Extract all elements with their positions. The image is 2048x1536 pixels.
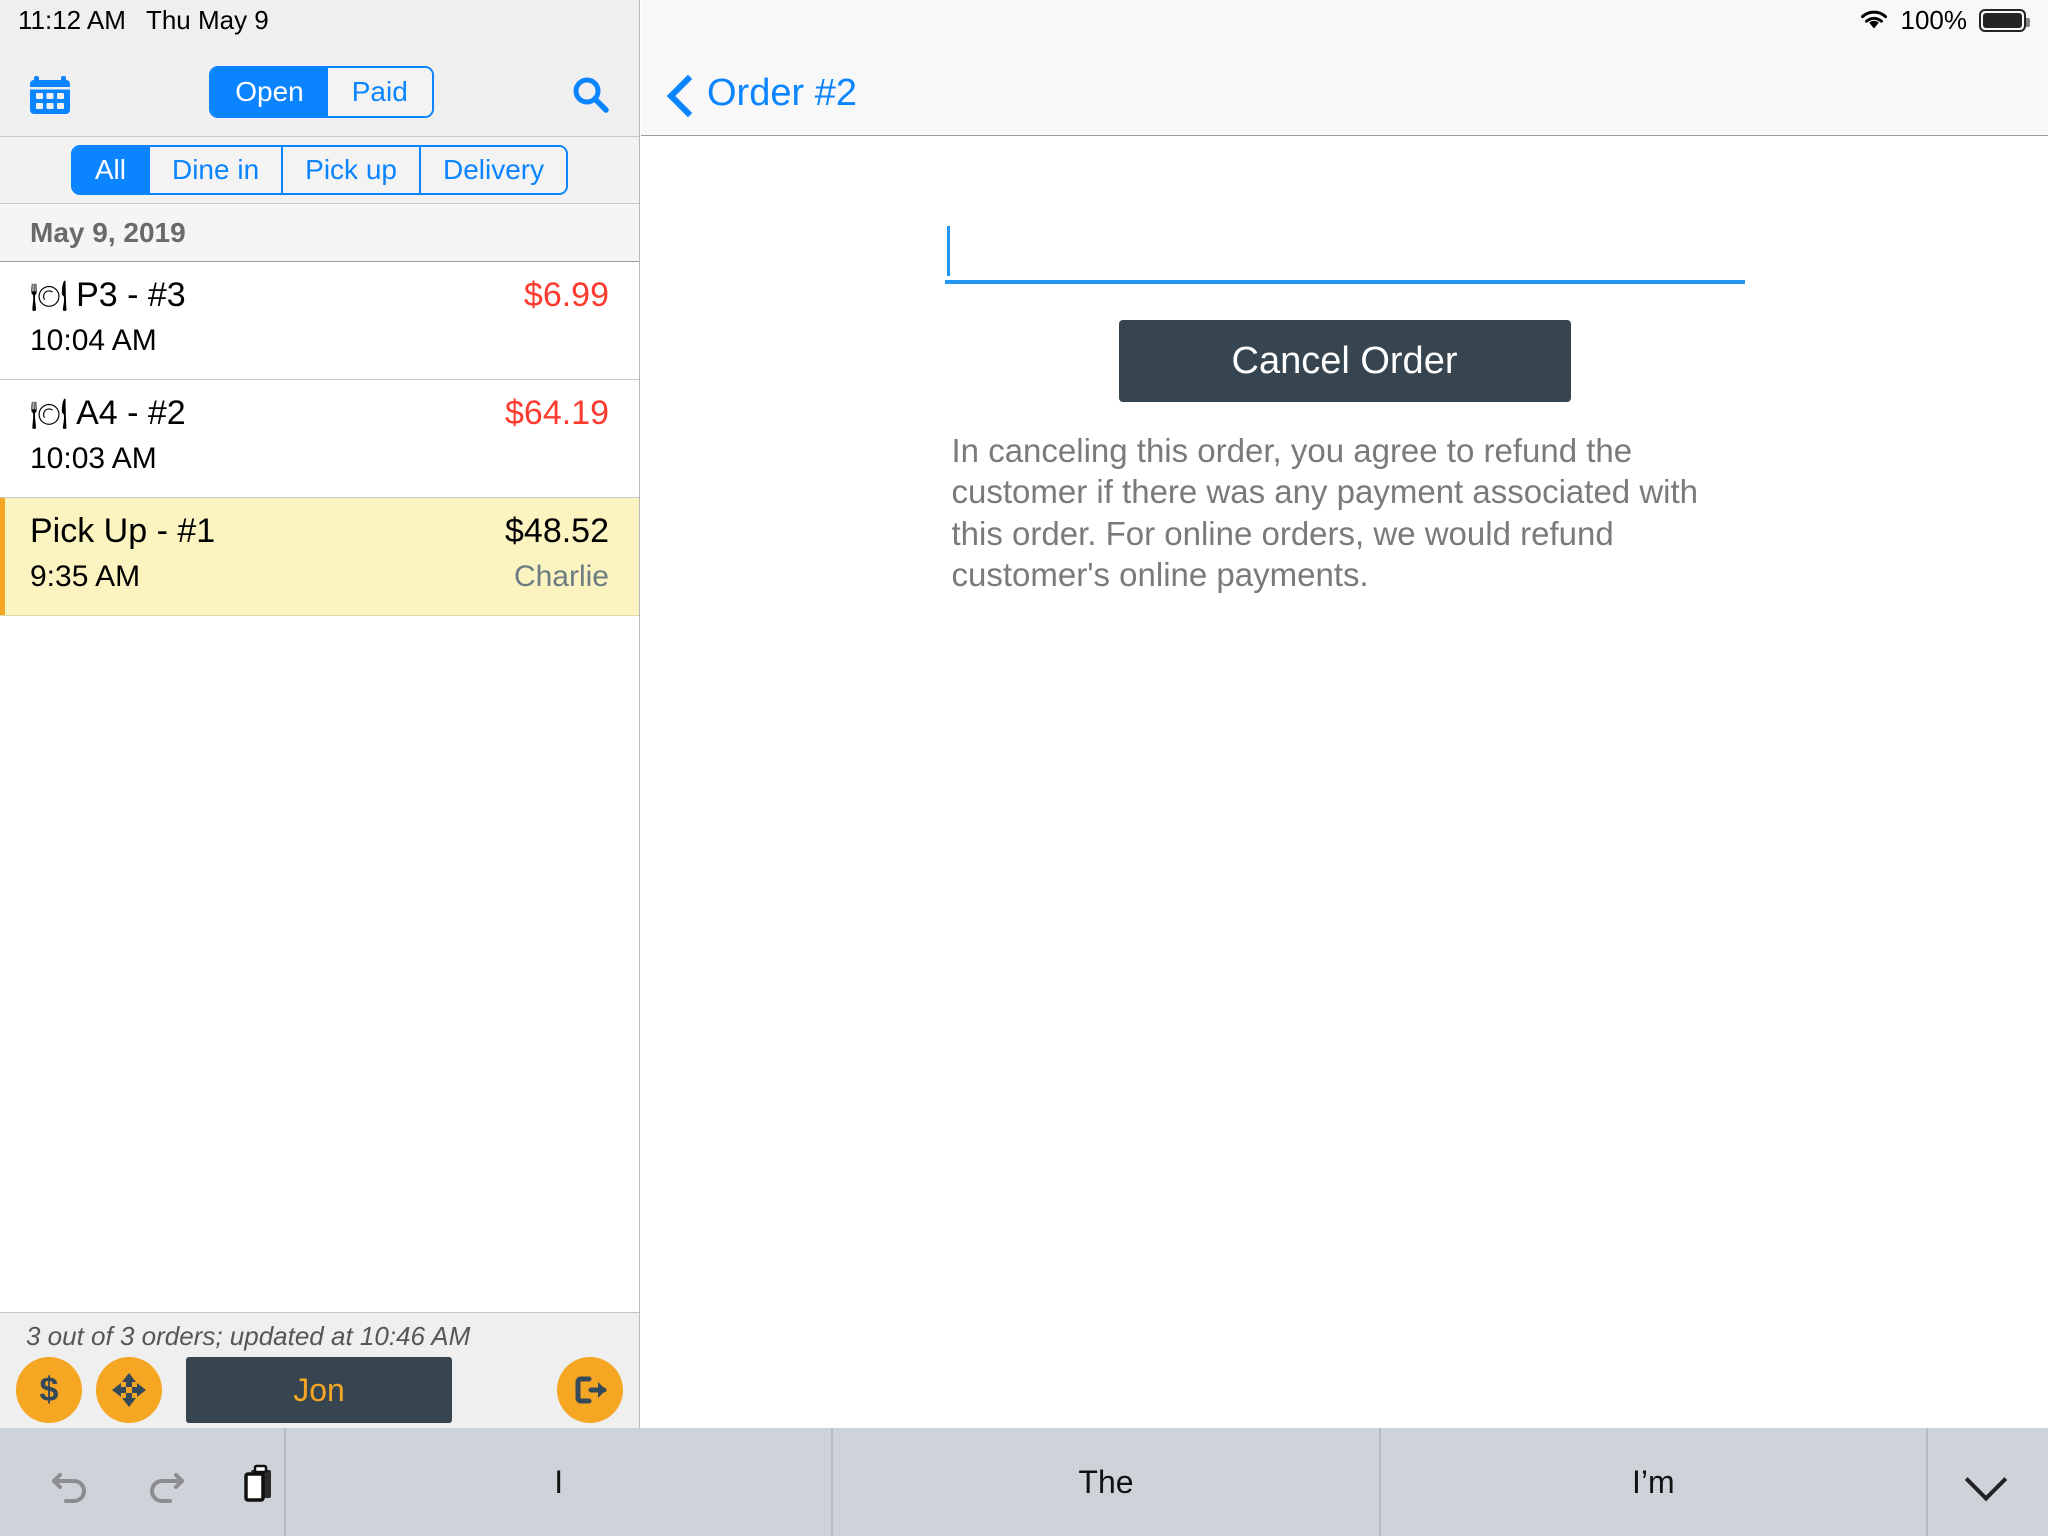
order-time: 10:04 AM [30,324,157,357]
order-title: P3 - #3 [76,276,186,314]
chevron-down-icon[interactable] [1964,1469,2004,1495]
battery-icon [1979,8,2030,32]
segment-all[interactable]: All [72,147,148,193]
status-bar: 11:12 AM Thu May 9 100% [0,0,2048,40]
order-row-secondary: 10:04 AM [30,324,609,358]
order-row-secondary: 9:35 AM Charlie [30,560,609,594]
app-root: 11:12 AM Thu May 9 100% Open Paid All Di… [0,0,2048,1536]
suggestion-3[interactable]: I’m [1381,1428,1928,1536]
order-row-primary: Pick Up - #1 $48.52 [30,512,609,551]
order-price: $6.99 [523,276,609,314]
cancel-reason-input[interactable] [944,222,1745,284]
order-time: 9:35 AM [30,560,141,593]
paste-icon[interactable] [234,1457,284,1507]
keyboard-dismiss-area [1928,1469,2048,1495]
status-bar-left: 11:12 AM Thu May 9 [0,5,269,36]
status-segmented-control[interactable]: Open Paid [209,66,434,118]
order-detail-panel: Order #2 Cancel Order In canceling this … [641,0,2048,1428]
cancel-order-button[interactable]: Cancel Order [1118,320,1571,402]
suggestion-2[interactable]: The [833,1428,1381,1536]
search-icon[interactable] [569,74,613,118]
dinner-plate-icon: 🍽 [30,280,69,313]
battery-percent: 100% [1900,4,1968,35]
status-date: Thu May 9 [145,4,269,35]
dollar-icon[interactable]: $ [16,1357,82,1423]
move-arrows-icon[interactable] [96,1357,162,1423]
order-price: $48.52 [505,512,609,550]
back-button[interactable]: Order #2 [671,72,857,115]
order-row-primary: 🍽 P3 - #3 $6.99 [30,276,609,315]
segment-open[interactable]: Open [211,68,328,116]
wifi-icon [1859,9,1889,31]
order-type-filter-bar: All Dine in Pick up Delivery [0,136,639,204]
order-price: $64.19 [505,394,609,432]
segment-dine-in[interactable]: Dine in [147,147,282,193]
status-time: 11:12 AM [18,4,126,35]
sidebar-footer: 3 out of 3 orders; updated at 10:46 AM $ [0,1312,639,1428]
order-list-item-selected[interactable]: Pick Up - #1 $48.52 9:35 AM Charlie [0,498,639,616]
logout-icon[interactable] [557,1357,623,1423]
orders-list: 🍽 P3 - #3 $6.99 10:04 AM 🍽 A4 - #2 $64.1… [0,262,639,1312]
undo-icon[interactable] [46,1457,96,1507]
order-time: 10:03 AM [30,442,157,475]
order-title: A4 - #2 [76,394,186,432]
order-row-primary: 🍽 A4 - #2 $64.19 [30,394,609,433]
chevron-left-icon [671,75,693,113]
redo-icon[interactable] [140,1457,190,1507]
order-server: Charlie [513,560,609,593]
segment-delivery[interactable]: Delivery [418,147,567,193]
sidebar-action-bar: $ Jon [0,1357,639,1423]
segment-pick-up[interactable]: Pick up [281,147,419,193]
keyboard-suggestion-bar: I The I’m [0,1428,2048,1536]
order-row-secondary: 10:03 AM [30,442,609,476]
status-bar-right: 100% [1859,5,2048,36]
text-caret [946,226,950,276]
order-list-item[interactable]: 🍽 A4 - #2 $64.19 10:03 AM [0,380,639,498]
user-button[interactable]: Jon [186,1357,452,1423]
cancel-order-pane: Cancel Order In canceling this order, yo… [641,136,2048,595]
svg-text:$: $ [40,1371,59,1409]
keyboard-suggestions: I The I’m [284,1428,1928,1536]
date-section-header: May 9, 2019 [0,204,639,262]
calendar-icon[interactable] [26,72,74,118]
dinner-plate-icon: 🍽 [30,398,69,431]
segment-paid[interactable]: Paid [327,68,432,116]
suggestion-1[interactable]: I [284,1428,834,1536]
cancel-disclaimer-text: In canceling this order, you agree to re… [951,432,1699,593]
orders-sidebar: Open Paid All Dine in Pick up Delivery M… [0,0,640,1428]
order-title: Pick Up - #1 [30,512,216,550]
orders-status-text: 3 out of 3 orders; updated at 10:46 AM [26,1321,471,1351]
order-list-item[interactable]: 🍽 P3 - #3 $6.99 10:04 AM [0,262,639,380]
order-type-segmented-control[interactable]: All Dine in Pick up Delivery [70,145,569,195]
keyboard-edit-actions [0,1457,284,1507]
page-title: Order #2 [707,72,857,114]
